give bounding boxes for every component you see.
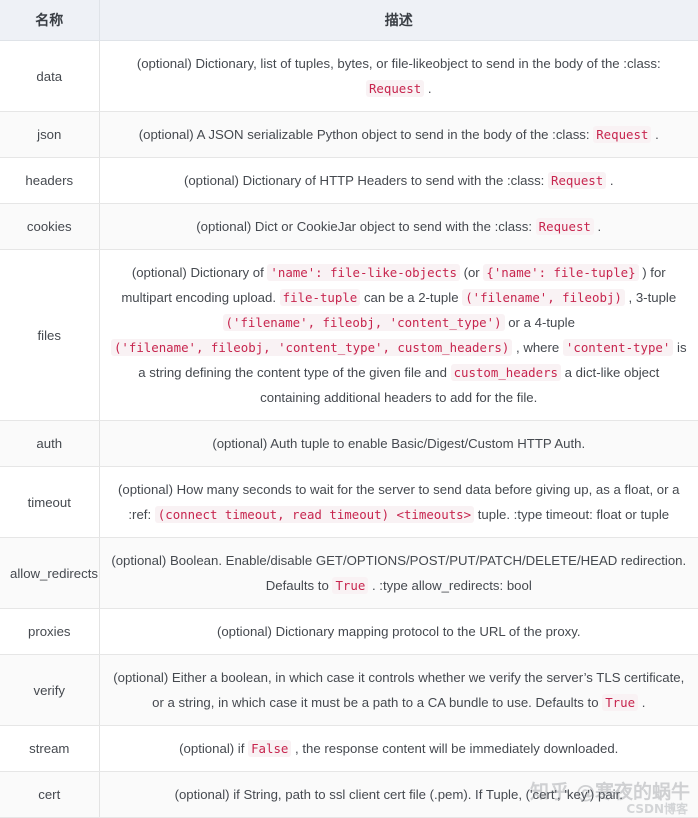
description-text: . bbox=[424, 81, 432, 96]
parameter-description: (optional) Boolean. Enable/disable GET/O… bbox=[99, 537, 698, 609]
inline-code: Request bbox=[548, 172, 607, 189]
description-text: (optional) Dict or CookieJar object to s… bbox=[196, 219, 536, 234]
inline-code: False bbox=[248, 740, 292, 757]
table-row: stream (optional) if False , the response… bbox=[0, 725, 698, 772]
inline-code: True bbox=[332, 577, 369, 594]
table-row: cookies (optional) Dict or CookieJar obje… bbox=[0, 203, 698, 250]
table-row: auth (optional) Auth tuple to enable Basi… bbox=[0, 420, 698, 467]
description-text: . bbox=[593, 219, 602, 234]
parameter-description: (optional) Dictionary mapping protocol t… bbox=[99, 608, 698, 655]
description-text: (optional) Dictionary of HTTP Headers to… bbox=[183, 173, 548, 188]
description-text: . bbox=[606, 173, 614, 188]
parameter-description: (optional) Dictionary of 'name': file-li… bbox=[99, 249, 698, 421]
inline-code: file-tuple bbox=[279, 289, 361, 306]
parameter-name: proxies bbox=[0, 608, 100, 655]
description-text: (optional) if String, path to ssl client… bbox=[174, 787, 623, 802]
parameter-description: (optional) Either a boolean, in which ca… bbox=[99, 654, 698, 726]
table-row: files (optional) Dictionary of 'name': fi… bbox=[0, 249, 698, 421]
parameter-description: (optional) A JSON serializable Python ob… bbox=[99, 111, 698, 158]
parameter-name: files bbox=[0, 249, 100, 421]
description-text: (or bbox=[459, 265, 484, 280]
table-row: proxies (optional) Dictionary mapping pro… bbox=[0, 608, 698, 655]
inline-code: {'name': file-tuple} bbox=[483, 264, 639, 281]
parameter-description: (optional) Dictionary, list of tuples, b… bbox=[99, 40, 698, 112]
parameters-table: 名称 描述 data (optional) Dictionary, list of… bbox=[0, 0, 698, 818]
inline-code: ('filename', fileobj, 'content_type', cu… bbox=[110, 339, 513, 356]
inline-code: Request bbox=[535, 218, 594, 235]
inline-code: True bbox=[602, 694, 639, 711]
inline-code: Request bbox=[593, 126, 652, 143]
description-text: . :type allow_redirects: bool bbox=[368, 578, 532, 593]
parameter-name: timeout bbox=[0, 466, 100, 538]
table-row: allow_redirects (optional) Boolean. Enabl… bbox=[0, 537, 698, 609]
parameter-name: allow_redirects bbox=[0, 537, 100, 609]
parameter-name: cert bbox=[0, 771, 100, 818]
table-row: data (optional) Dictionary, list of tuple… bbox=[0, 40, 698, 112]
table-body: data (optional) Dictionary, list of tuple… bbox=[0, 40, 698, 818]
description-text: (optional) Auth tuple to enable Basic/Di… bbox=[212, 436, 586, 451]
inline-code: 'content-type' bbox=[562, 339, 674, 356]
table-header-row: 名称 描述 bbox=[0, 0, 698, 41]
description-text: , 3-tuple bbox=[624, 290, 677, 305]
parameter-name: verify bbox=[0, 654, 100, 726]
inline-code: custom_headers bbox=[450, 364, 562, 381]
inline-code: ('filename', fileobj, 'content_type') bbox=[222, 314, 505, 331]
table-row: json (optional) A JSON serializable Pytho… bbox=[0, 111, 698, 158]
description-text: or a 4-tuple bbox=[504, 315, 575, 330]
description-text: , where bbox=[512, 340, 563, 355]
description-text: (optional) Dictionary mapping protocol t… bbox=[216, 624, 581, 639]
parameter-name: cookies bbox=[0, 203, 100, 250]
inline-code: ('filename', fileobj) bbox=[462, 289, 625, 306]
table-row: verify (optional) Either a boolean, in wh… bbox=[0, 654, 698, 726]
parameter-name: headers bbox=[0, 157, 100, 204]
parameter-name: data bbox=[0, 40, 100, 112]
description-text: (optional) Dictionary of bbox=[131, 265, 268, 280]
inline-code: Request bbox=[365, 80, 425, 97]
description-text: (optional) if bbox=[179, 741, 249, 756]
parameter-name: stream bbox=[0, 725, 100, 772]
description-text: tuple. :type timeout: float or tuple bbox=[474, 507, 670, 522]
parameters-table-container: 名称 描述 data (optional) Dictionary, list of… bbox=[0, 0, 698, 818]
description-text: , the response content will be immediate… bbox=[291, 741, 619, 756]
table-row: headers (optional) Dictionary of HTTP Hea… bbox=[0, 157, 698, 204]
parameter-description: (optional) if String, path to ssl client… bbox=[99, 771, 698, 818]
description-text: (optional) Either a boolean, in which ca… bbox=[113, 670, 685, 710]
description-text: . bbox=[638, 695, 646, 710]
parameter-description: (optional) How many seconds to wait for … bbox=[99, 466, 698, 538]
description-text: (optional) Dictionary, list of tuples, b… bbox=[136, 56, 661, 71]
parameter-description: (optional) Dict or CookieJar object to s… bbox=[99, 203, 698, 250]
column-header-name: 名称 bbox=[0, 0, 100, 41]
parameter-description: (optional) Auth tuple to enable Basic/Di… bbox=[99, 420, 698, 467]
description-text: . bbox=[651, 127, 659, 142]
inline-code: 'name': file-like-objects bbox=[267, 264, 460, 281]
description-text: can be a 2-tuple bbox=[360, 290, 463, 305]
table-row: cert (optional) if String, path to ssl cl… bbox=[0, 771, 698, 818]
description-text: (optional) A JSON serializable Python ob… bbox=[138, 127, 594, 142]
inline-code: (connect timeout, read timeout) <timeout… bbox=[154, 506, 475, 523]
parameter-description: (optional) Dictionary of HTTP Headers to… bbox=[99, 157, 698, 204]
parameter-name: auth bbox=[0, 420, 100, 467]
parameter-name: json bbox=[0, 111, 100, 158]
table-header: 名称 描述 bbox=[0, 0, 698, 41]
parameter-description: (optional) if False , the response conte… bbox=[99, 725, 698, 772]
table-row: timeout (optional) How many seconds to wa… bbox=[0, 466, 698, 538]
column-header-description: 描述 bbox=[99, 0, 698, 41]
